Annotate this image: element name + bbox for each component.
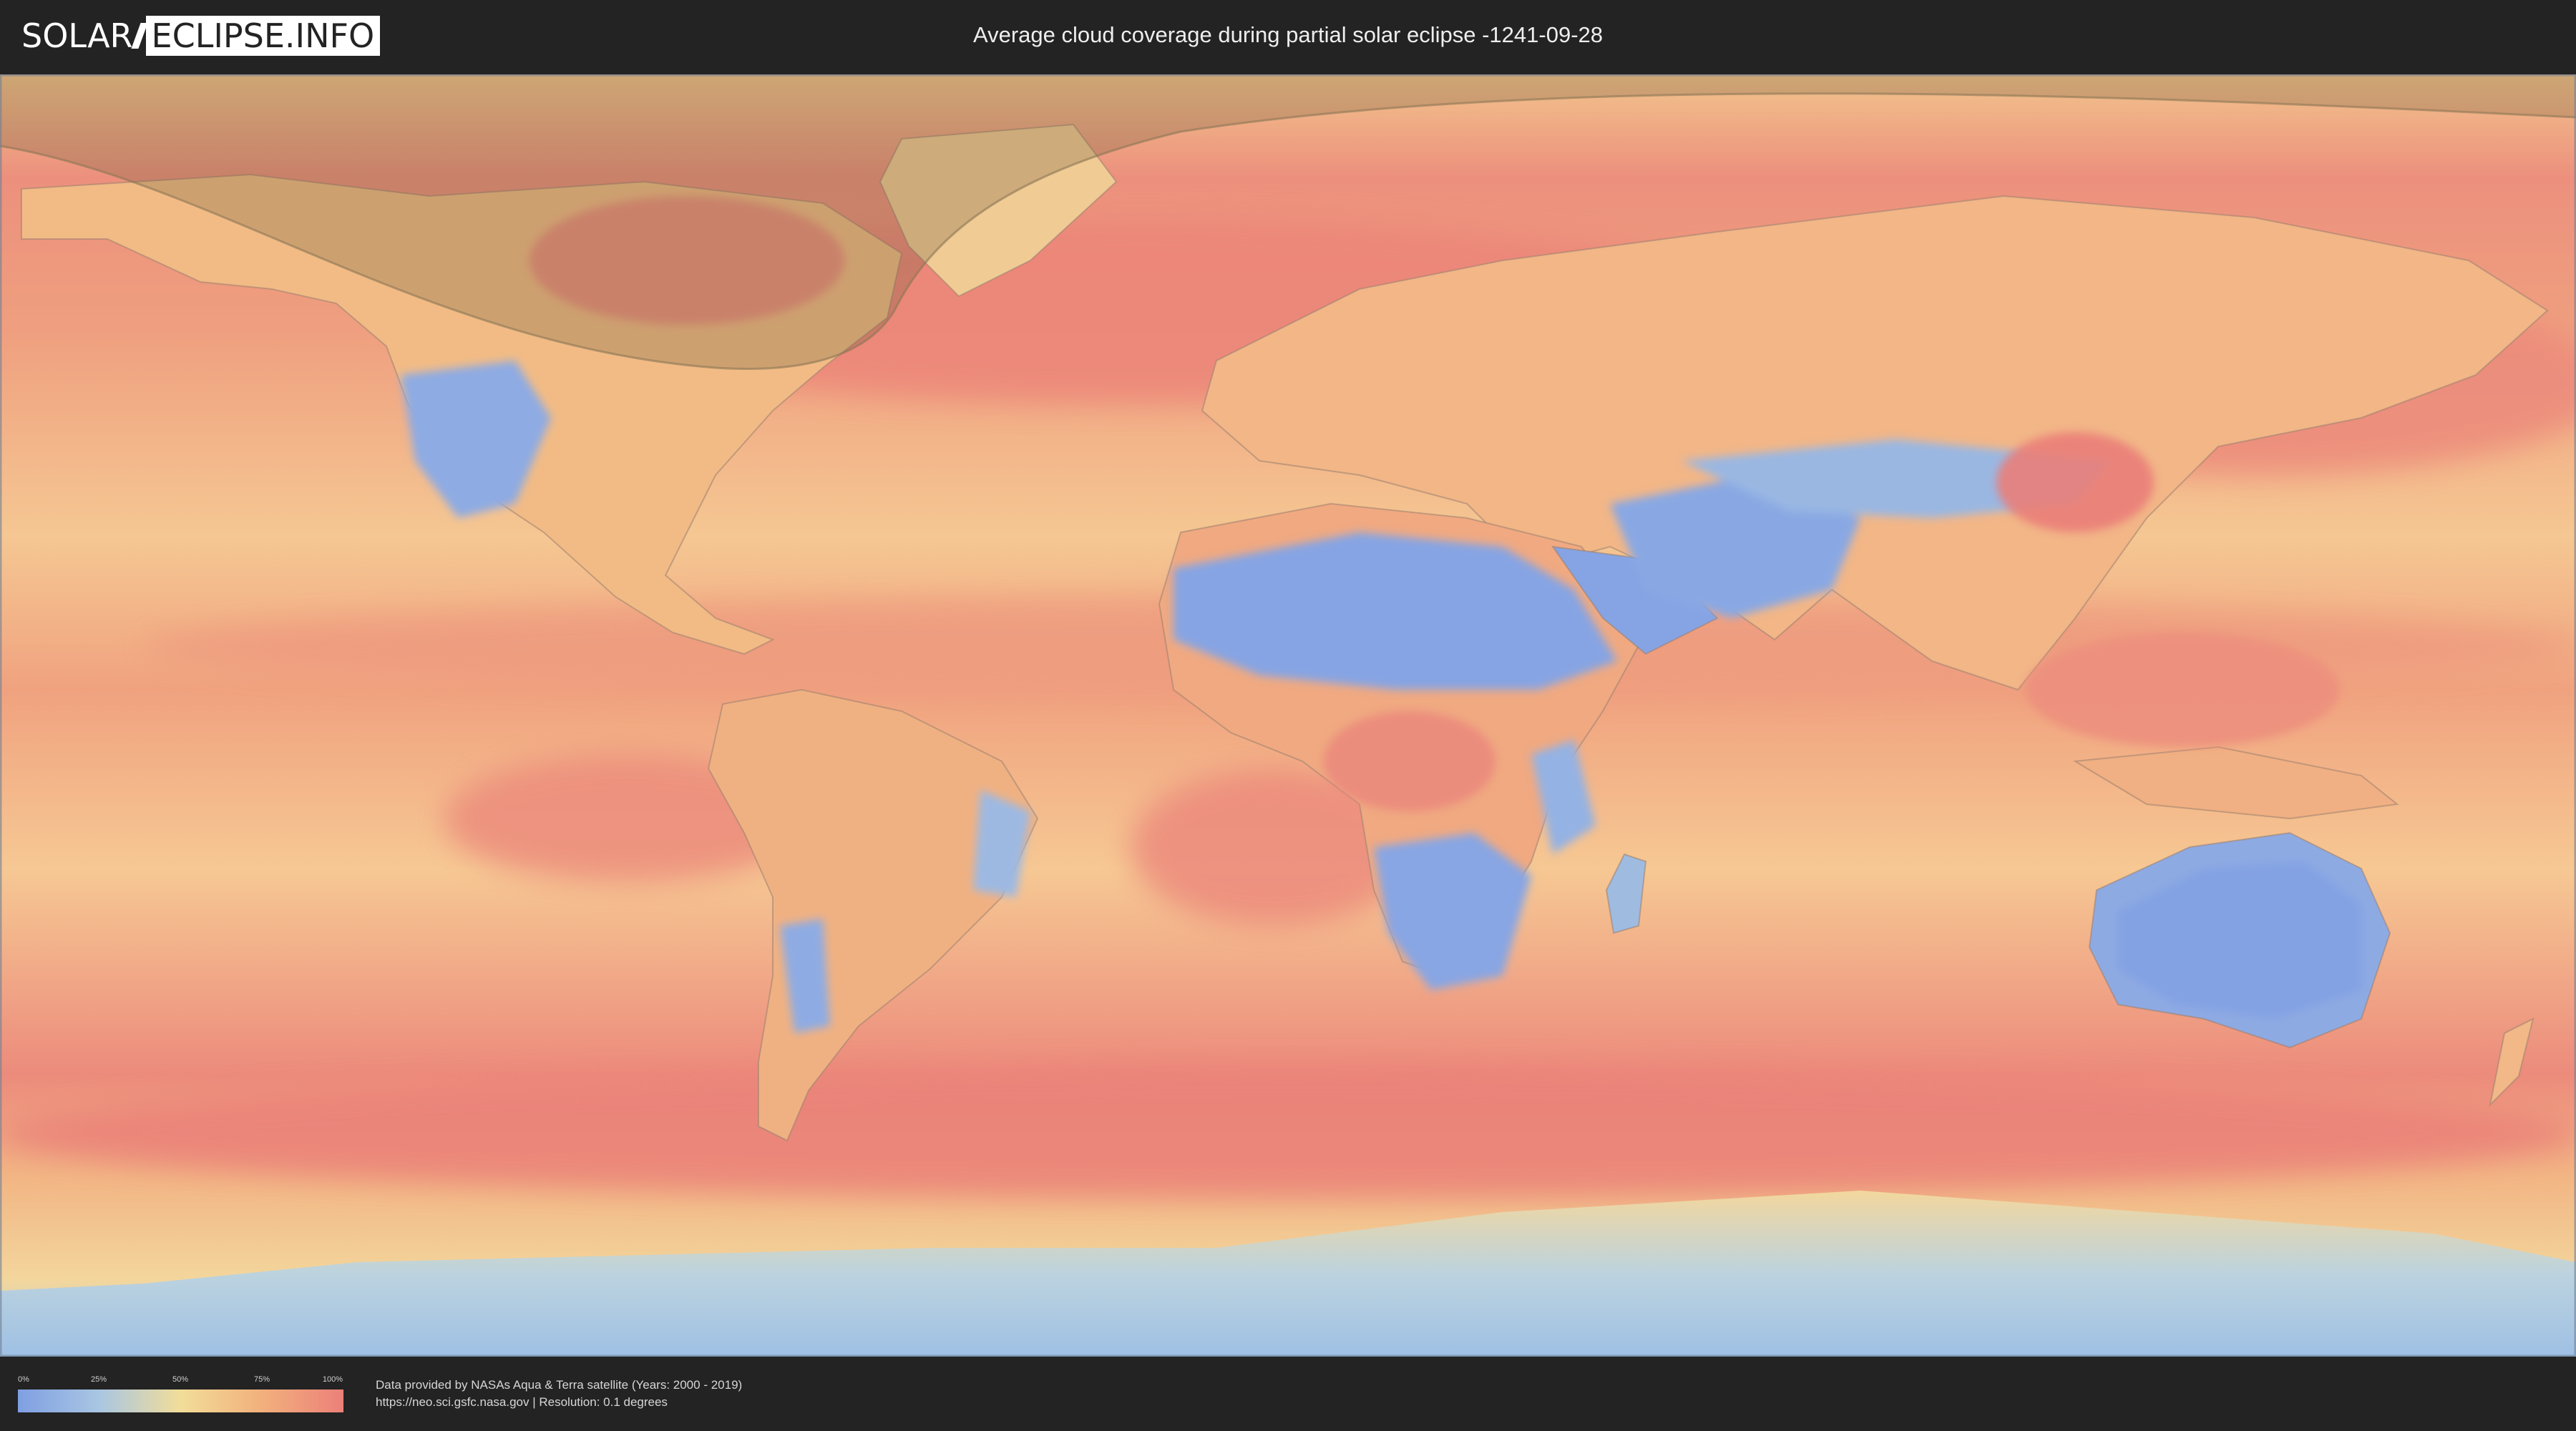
credit-line-url[interactable]: https://neo.sci.gsfc.nasa.gov | Resoluti… [376,1394,742,1411]
data-credit: Data provided by NASAs Aqua & Terra sate… [376,1377,742,1411]
cloud-coverage-legend: 0% 25% 50% 75% 100% [18,1375,343,1412]
page-title: Average cloud coverage during partial so… [972,22,1604,47]
map-canvas [0,74,2576,1357]
legend-tick-50: 50% [172,1375,189,1384]
band-southern-ocean [0,1069,2576,1198]
legend-ticks: 0% 25% 50% 75% 100% [18,1375,343,1385]
maritime-continent-cloudy [2025,633,2340,747]
legend-tick-75: 75% [253,1375,270,1384]
cloud-coverage-map [0,74,2576,1357]
legend-tick-25: 25% [90,1375,107,1384]
congo-cloudy [1324,711,1496,811]
footer-bar: 0% 25% 50% 75% 100% Data provided by NAS… [0,1359,2576,1431]
china-cloudy [1996,432,2154,532]
legend-color-bar [18,1390,343,1412]
header-bar: SOLAR ECLIPSE.INFO Average cloud coverag… [0,0,2576,72]
legend-tick-100: 100% [322,1375,343,1384]
legend-tick-0: 0% [18,1375,29,1384]
credit-line-source: Data provided by NASAs Aqua & Terra sate… [376,1378,743,1392]
